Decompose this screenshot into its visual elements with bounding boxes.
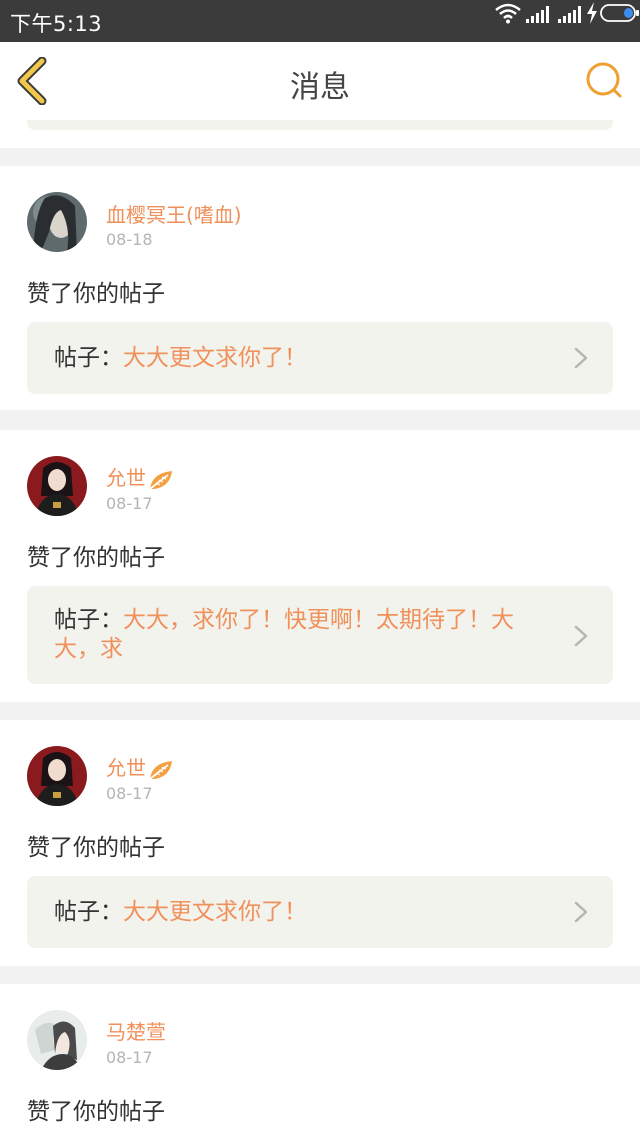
post-link[interactable]: 帖子：大大，求你了！快更啊！太期待了！大大，求 (27, 586, 613, 684)
message-date: 08-17 (106, 494, 153, 513)
action-text: 赞了你的帖子 (27, 281, 165, 307)
post-title: 大大，求你了！快更啊！太期待了！大大，求 (54, 607, 514, 662)
username[interactable]: 血樱冥王(嗜血) (106, 199, 242, 228)
leaf-badge-icon (149, 470, 172, 490)
chevron-right-icon (574, 625, 588, 647)
post-link[interactable]: 帖子：大大更文求你了！ (27, 876, 613, 948)
signal-icon (526, 6, 549, 23)
action-text: 赞了你的帖子 (27, 1099, 165, 1125)
post-label: 帖子： (54, 345, 123, 371)
page-title: 消息 (290, 70, 350, 105)
action-text: 赞了你的帖子 (27, 835, 165, 861)
battery-icon (600, 4, 639, 22)
message-card: 允世 08-17 赞了你的帖子 帖子：大大，求你了！快更啊！太期待了！大大，求 (0, 430, 640, 702)
action-text: 赞了你的帖子 (27, 545, 165, 571)
chevron-right-icon (574, 347, 588, 369)
username[interactable]: 允世 (106, 466, 146, 490)
avatar[interactable] (27, 1010, 87, 1070)
username-row[interactable]: 允世 (106, 462, 174, 491)
signal-icon-2 (558, 6, 581, 23)
charging-icon (587, 2, 597, 24)
chevron-right-icon (574, 901, 588, 923)
post-label: 帖子： (54, 607, 123, 633)
message-card: 马楚萱 08-17 赞了你的帖子 (0, 984, 640, 1138)
post-text: 帖子：大大更文求你了！ (54, 898, 553, 927)
post-title: 大大更文求你了！ (123, 345, 307, 371)
message-date: 08-17 (106, 784, 153, 803)
wifi-icon (495, 3, 521, 24)
status-bar: 下午5:13 (0, 0, 640, 42)
message-date: 08-17 (106, 1048, 153, 1067)
username[interactable]: 允世 (106, 756, 146, 780)
previous-post-box-tail (27, 120, 613, 130)
message-date: 08-18 (106, 230, 153, 249)
avatar[interactable] (27, 746, 87, 806)
post-text: 帖子：大大更文求你了！ (54, 344, 553, 373)
previous-card-tail (0, 120, 640, 148)
post-label: 帖子： (54, 899, 123, 925)
username-row[interactable]: 允世 (106, 752, 174, 781)
post-text: 帖子：大大，求你了！快更啊！太期待了！大大，求 (54, 606, 553, 664)
message-card: 允世 08-17 赞了你的帖子 帖子：大大更文求你了！ (0, 720, 640, 966)
message-card: 血樱冥王(嗜血) 08-18 赞了你的帖子 帖子：大大更文求你了！ (0, 166, 640, 410)
post-title: 大大更文求你了！ (123, 899, 307, 925)
avatar[interactable] (27, 192, 87, 252)
leaf-badge-icon (149, 760, 172, 780)
post-link[interactable]: 帖子：大大更文求你了！ (27, 322, 613, 394)
status-time: 下午5:13 (10, 12, 103, 36)
search-icon[interactable] (584, 60, 624, 100)
username[interactable]: 马楚萱 (106, 1016, 166, 1045)
nav-bar: 消息 (0, 42, 640, 121)
avatar[interactable] (27, 456, 87, 516)
